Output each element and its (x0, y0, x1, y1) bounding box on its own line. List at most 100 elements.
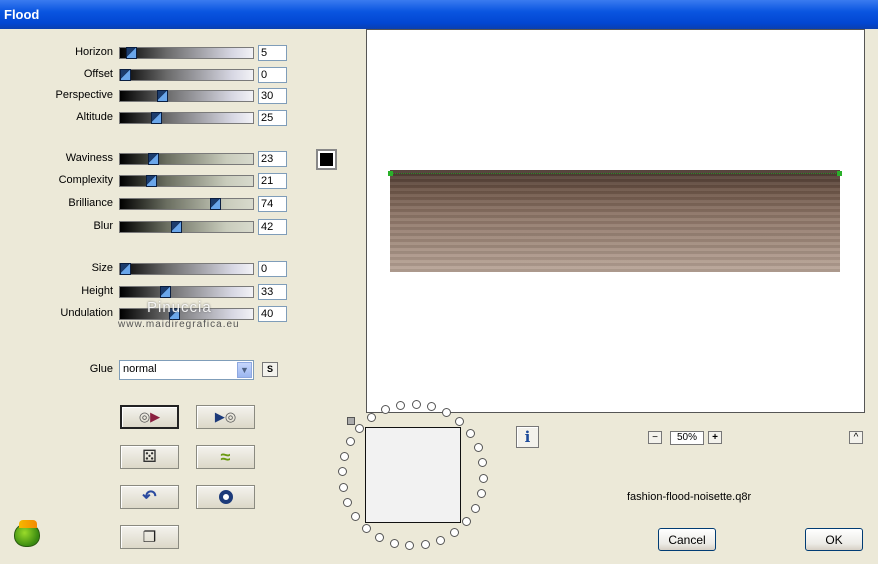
slider-track[interactable] (119, 90, 254, 102)
slider-track[interactable] (119, 69, 254, 81)
dial-dot[interactable] (374, 533, 384, 543)
slider-track[interactable] (119, 263, 254, 275)
slider-track[interactable] (119, 221, 254, 233)
dial-dot[interactable] (471, 504, 481, 514)
slider-label: Complexity (58, 174, 113, 186)
cancel-button[interactable]: Cancel (658, 528, 716, 551)
slider-label: Size (91, 262, 113, 274)
horizon-line (390, 173, 840, 175)
dial-dot[interactable] (340, 451, 350, 461)
glue-label: Glue (89, 363, 113, 375)
circle-icon (218, 490, 233, 504)
preset-filename: fashion-flood-noisette.q8r (627, 491, 752, 503)
slider-value-field[interactable]: 42 (258, 219, 287, 235)
slider-label: Altitude (76, 111, 113, 123)
undo-button[interactable]: ↶ (120, 485, 179, 509)
slider-thumb[interactable] (126, 47, 138, 59)
chevron-down-icon[interactable]: ▼ (237, 362, 252, 378)
slider-label: Offset (83, 68, 113, 80)
slider-value-field[interactable]: 33 (258, 284, 287, 300)
play-left-button[interactable]: ◎▶ (120, 405, 179, 429)
slider-thumb[interactable] (160, 286, 172, 298)
dial-dot[interactable] (343, 498, 353, 508)
logo-icon (14, 520, 40, 547)
navigator-toggle[interactable] (347, 417, 355, 425)
slider-label: Perspective (55, 89, 113, 101)
dial-dot[interactable] (405, 541, 415, 551)
slider-value-field[interactable]: 5 (258, 45, 287, 61)
wave-button[interactable]: ≈ (196, 445, 255, 469)
slider-value-field[interactable]: 21 (258, 173, 287, 189)
slider-label: Height (81, 285, 113, 297)
slider-track[interactable] (119, 112, 254, 124)
dial-dot[interactable] (338, 483, 348, 493)
slider-thumb[interactable] (148, 153, 160, 165)
zoom-out-button[interactable]: − (648, 431, 662, 444)
dial-dot[interactable] (395, 400, 405, 410)
collapse-button[interactable]: ^ (849, 431, 863, 444)
randomize-button[interactable]: ⚄ (120, 445, 179, 469)
dial-dot[interactable] (411, 399, 421, 409)
slider-label: Undulation (60, 307, 113, 319)
slider-thumb[interactable] (145, 175, 157, 187)
dial-dot[interactable] (355, 423, 365, 433)
dial-dot[interactable] (389, 538, 399, 548)
info-button[interactable]: i (516, 426, 539, 448)
dial-dot[interactable] (442, 407, 452, 417)
play-right-button[interactable]: ▶◎ (196, 405, 255, 429)
slider-track[interactable] (119, 175, 254, 187)
slider-thumb[interactable] (120, 69, 131, 81)
dial-dot[interactable] (436, 535, 446, 545)
slider-label: Blur (93, 220, 113, 232)
slider-track[interactable] (119, 47, 254, 59)
ok-button[interactable]: OK (805, 528, 863, 551)
color-swatch[interactable] (316, 149, 337, 170)
disc-play-icon: ◎▶ (138, 409, 161, 424)
slider-value-field[interactable]: 23 (258, 151, 287, 167)
dial-dot[interactable] (476, 489, 486, 499)
slider-value-field[interactable]: 74 (258, 196, 287, 212)
dial-dot[interactable] (421, 540, 431, 550)
slider-thumb[interactable] (171, 221, 183, 233)
dial-dot[interactable] (465, 428, 475, 438)
glue-s-button[interactable]: S (262, 362, 278, 377)
dial-dot[interactable] (455, 417, 465, 427)
dial-dot[interactable] (473, 442, 483, 452)
dial-dot[interactable] (337, 467, 347, 477)
dial-dot[interactable] (479, 473, 489, 483)
dial-dot[interactable] (361, 523, 371, 533)
dial-dot[interactable] (450, 527, 460, 537)
dial-dot[interactable] (351, 512, 361, 522)
horizon-handle-left[interactable] (388, 171, 393, 176)
slider-thumb[interactable] (120, 263, 131, 275)
slider-value-field[interactable]: 0 (258, 67, 287, 83)
glue-select[interactable]: normal ▼ (119, 360, 254, 380)
preview-canvas[interactable] (366, 29, 865, 413)
slider-value-field[interactable]: 30 (258, 88, 287, 104)
slider-thumb[interactable] (156, 90, 168, 102)
wave-icon: ≈ (220, 446, 231, 467)
slider-value-field[interactable]: 40 (258, 306, 287, 322)
slider-thumb[interactable] (150, 112, 162, 124)
slider-thumb[interactable] (210, 198, 222, 210)
slider-track[interactable] (119, 286, 254, 298)
navigator-thumbnail[interactable] (365, 427, 461, 523)
dialog-body: Horizon 5 Offset 0 Perspective 30 Altitude 25 Wa… (0, 29, 878, 564)
reset-button[interactable] (196, 485, 255, 509)
dial-dot[interactable] (366, 413, 376, 423)
watermark-name: Pinuccia (147, 299, 212, 316)
zoom-level: 50% (670, 431, 704, 445)
dial-dot[interactable] (345, 436, 355, 446)
undo-icon: ↶ (142, 487, 157, 506)
slider-value-field[interactable]: 25 (258, 110, 287, 126)
horizon-handle-right[interactable] (837, 171, 842, 176)
dial-dot[interactable] (478, 457, 488, 467)
copy-button[interactable]: ❐ (120, 525, 179, 549)
zoom-in-button[interactable]: + (708, 431, 722, 444)
slider-value-field[interactable]: 0 (258, 261, 287, 277)
dial-dot[interactable] (380, 405, 390, 415)
slider-label: Horizon (75, 46, 113, 58)
slider-track[interactable] (119, 198, 254, 210)
slider-track[interactable] (119, 153, 254, 165)
dial-dot[interactable] (461, 517, 471, 527)
